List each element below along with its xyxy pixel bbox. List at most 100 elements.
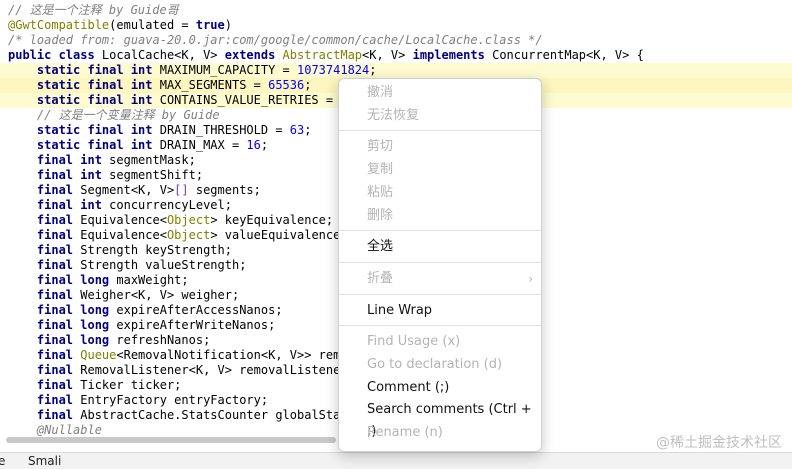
code-token: CONTAINS_VALUE_RETRIES = 3 [159,93,348,107]
tab-java[interactable]: e [0,454,5,468]
menu-item: 粘贴 [339,182,541,204]
code-token: static final int [8,123,160,137]
code-token: final [8,348,81,362]
code-token: segmentShift; [109,168,204,182]
menu-item[interactable]: 全选 [339,236,541,258]
menu-item: 删除 [339,205,541,227]
code-token: final [8,378,81,392]
context-menu: 撤消 无法恢复 剪切 复制 粘贴 删除 全选 折叠 › Line Wrap Find Usage (… [338,78,542,452]
code-token: 65536 [268,78,305,92]
code-token: <K, V> [362,48,413,62]
menu-item-label: Find Usage (x) [367,334,461,350]
menu-item: 折叠 › [339,268,541,290]
code-token: refreshNanos; [116,333,211,347]
code-token: final [8,228,81,242]
code-token: final long [8,333,117,347]
code-token: final long [8,303,117,317]
code-token: 63 [289,123,305,137]
code-token: <RemovalNotification<K, V>> remo [116,348,348,362]
code-token: expireAfterWriteNanos; [116,318,276,332]
code-token: final [8,288,81,302]
code-token: DRAIN_THRESHOLD = [159,123,290,137]
code-token: segments; [188,183,261,197]
code-token: final [8,363,81,377]
code-token: // 这是一个变量注释 by Guide [8,108,220,122]
menu-item-label: 无法恢复 [367,107,420,123]
code-token: segmentMask; [109,153,196,167]
code-token: Object [166,228,211,242]
code-token: Segment<K, V> [80,183,175,197]
menu-item-label: 剪切 [367,139,394,155]
chevron-right-icon: › [528,271,533,286]
menu-separator [339,293,541,295]
menu-separator [339,130,541,132]
watermark: @稀土掘金技术社区 [656,435,782,451]
code-token: 1073741824 [297,63,370,77]
code-token: Equivalence< [80,228,167,242]
code-token: EntryFactory entryFactory; [80,393,269,407]
code-token: final [8,183,81,197]
code-token: @Nullable [8,423,102,437]
code-token: final int [8,198,110,212]
code-token: expireAfterAccessNanos; [116,303,283,317]
menu-item-label: Comment (;) [367,379,450,395]
code-token: ) [224,18,232,32]
code-token: final [8,243,81,257]
menu-item: Find Usage (x) [339,331,541,353]
code-line[interactable]: public class LocalCache<K, V> extends Ab… [0,48,792,63]
code-token: MAXIMUM_CAPACITY = [159,63,297,77]
menu-item-label: Line Wrap [367,302,433,318]
menu-separator [339,261,541,263]
code-token: Strength valueStrength; [80,258,247,272]
menu-item[interactable]: Search comments (Ctrl + ;) [339,399,541,439]
menu-separator [339,325,541,327]
code-token: ConcurrentMap<K, V> { [492,48,644,62]
code-token: DRAIN_MAX = [159,138,247,152]
code-token: > keyEquivalence; [210,213,334,227]
code-token: Strength keyStrength; [80,243,232,257]
code-token: final long [8,273,117,287]
code-token: /* loaded from: guava-20.0.jar:com/googl… [8,33,543,47]
code-token: Equivalence< [80,213,167,227]
code-token: MAX_SEGMENTS = [159,78,269,92]
code-token: ; [304,78,312,92]
menu-item[interactable]: Comment (;) [339,377,541,399]
menu-item-label: Go to declaration (d) [367,357,503,372]
code-token: static final int [8,63,160,77]
code-token: final int [8,153,110,167]
code-token: concurrencyLevel; [109,198,232,212]
code-token: 16 [246,138,261,152]
code-token: Queue [80,348,117,362]
menu-item: Rename (n) [339,422,541,444]
code-token: final [8,213,81,227]
tab-smali[interactable]: Smali [28,454,61,468]
menu-separator [339,230,541,232]
menu-item: 复制 [339,159,541,181]
code-line[interactable]: /* loaded from: guava-20.0.jar:com/googl… [0,33,792,48]
menu-item: Go to declaration (d) [339,354,541,376]
code-token: [] [174,183,189,197]
code-token: static final int [8,93,160,107]
code-token: Weigher<K, V> weigher; [80,288,240,302]
code-line[interactable]: static final int MAXIMUM_CAPACITY = 1073… [0,63,792,78]
bottom-tab-bar: e Smali [0,452,792,469]
menu-item: 剪切 [339,136,541,158]
code-token: implements [412,48,493,62]
code-token: LocalCache<K, V> [101,48,225,62]
menu-item: 无法恢复 [339,105,541,127]
code-token: Object [166,213,211,227]
code-token: true [195,18,225,32]
horizontal-scrollbar[interactable] [6,437,336,443]
code-token: static final int [8,78,160,92]
code-line[interactable]: // 这是一个注释 by Guide哥 [0,3,792,18]
code-token: ; [304,123,312,137]
code-token: public class [8,48,102,62]
code-token: maxWeight; [116,273,189,287]
code-token: extends [224,48,283,62]
code-token: (emulated = [109,18,196,32]
code-token: ; [260,138,269,152]
code-line[interactable]: @GwtCompatible(emulated = true) [0,18,792,33]
code-token: final [8,408,81,422]
menu-item[interactable]: Line Wrap [339,300,541,322]
code-token: final [8,393,81,407]
